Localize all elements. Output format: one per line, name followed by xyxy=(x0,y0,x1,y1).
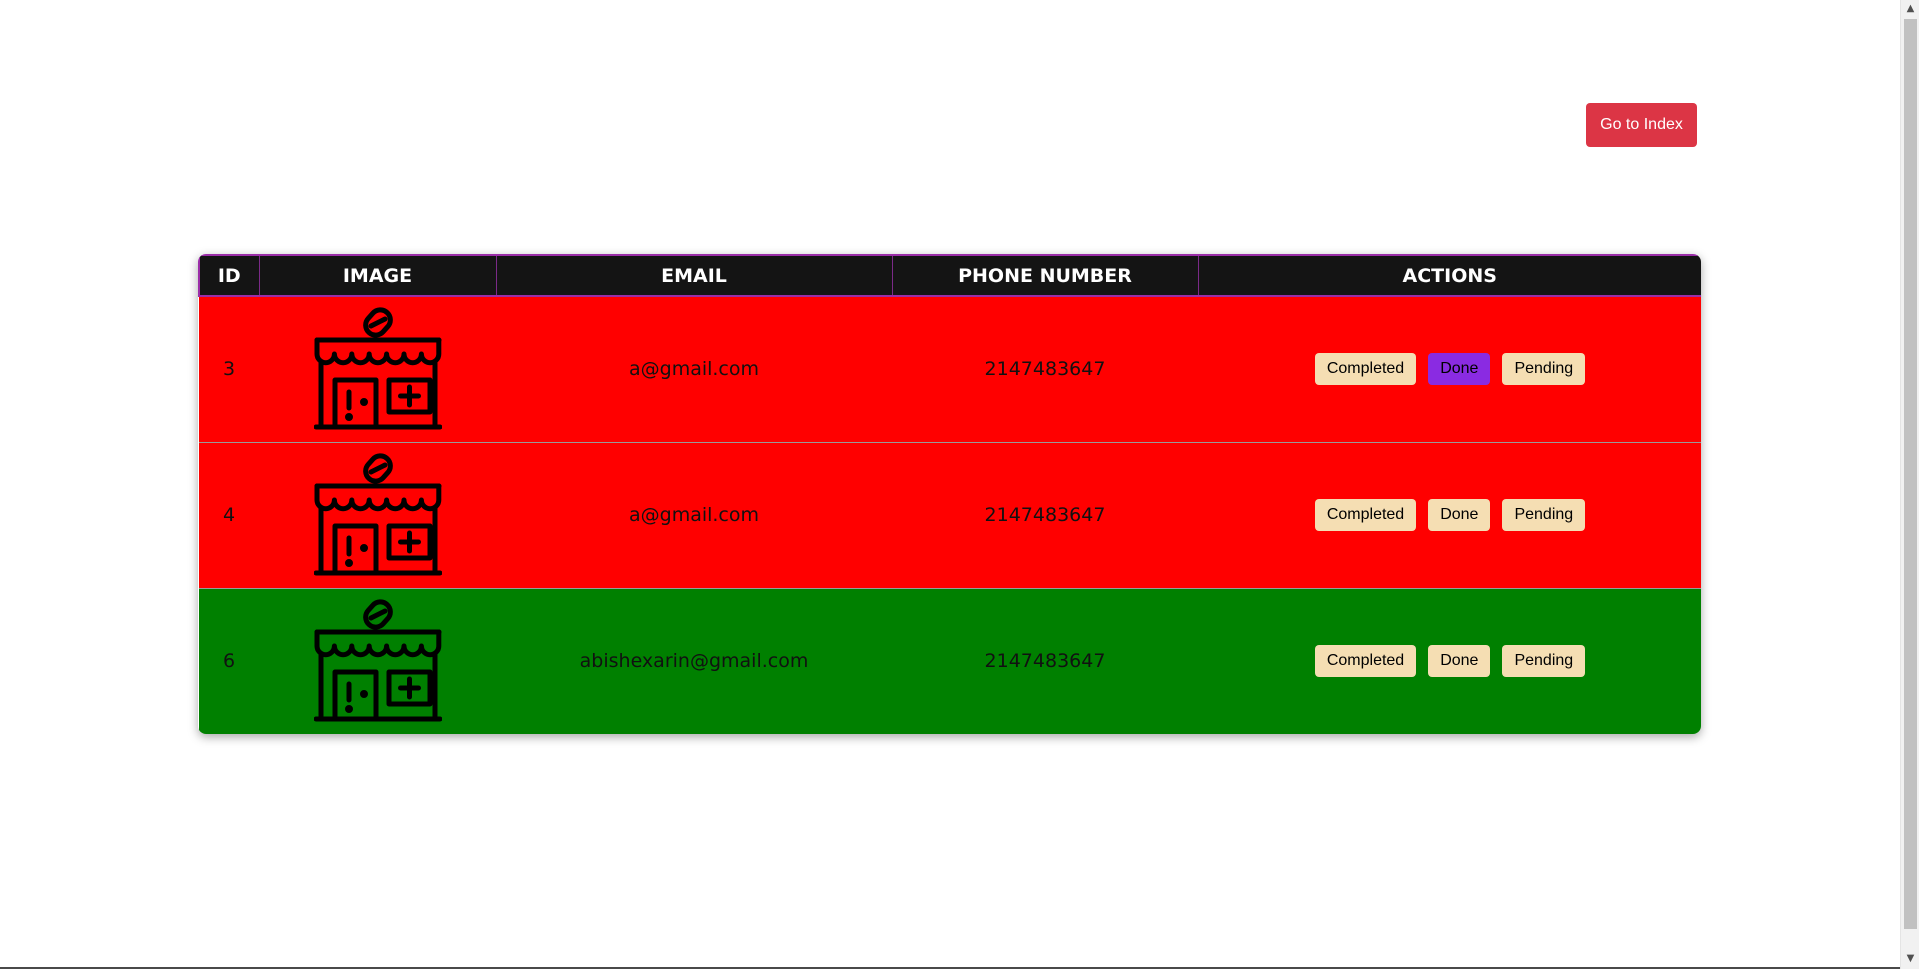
vertical-scrollbar[interactable]: ▲ ▼ xyxy=(1900,0,1919,969)
header-email: EMAIL xyxy=(496,254,893,297)
row-actions: Completed Done Pending xyxy=(1198,296,1701,442)
done-button[interactable]: Done xyxy=(1428,499,1491,531)
row-email: a@gmail.com xyxy=(628,358,760,381)
pending-button[interactable]: Pending xyxy=(1502,499,1586,531)
row-image xyxy=(259,296,496,442)
done-button[interactable]: Done xyxy=(1428,645,1491,678)
table-row: 6 abishexarin@gmail.com 2147483647 Compl… xyxy=(199,587,1701,734)
row-id: 3 xyxy=(222,358,236,381)
done-button[interactable]: Done xyxy=(1428,353,1491,386)
scroll-down-arrow-icon[interactable]: ▼ xyxy=(1901,950,1919,967)
pharmacy-store-icon xyxy=(313,599,442,722)
pharmacy-store-icon xyxy=(313,307,442,430)
completed-button[interactable]: Completed xyxy=(1314,499,1417,531)
row-phone: 2147483647 xyxy=(892,441,1198,588)
table-row: 3 a@gmail.com 2147483647 Completed Done … xyxy=(199,296,1701,442)
header-image: IMAGE xyxy=(259,254,497,297)
row-actions: Completed Done Pending xyxy=(1198,441,1701,588)
pending-button[interactable]: Pending xyxy=(1502,645,1586,678)
pending-button[interactable]: Pending xyxy=(1502,353,1586,386)
row-email: abishexarin@gmail.com xyxy=(496,587,892,734)
row-id: 4 xyxy=(199,441,259,588)
header-id: ID xyxy=(198,254,260,297)
completed-button[interactable]: Completed xyxy=(1314,353,1417,386)
header-phone-number: PHONE NUMBER xyxy=(892,254,1199,297)
pharmacy-store-icon xyxy=(313,453,442,576)
records-table: ID IMAGE EMAIL PHONE NUMBER ACTIONS 3 a@… xyxy=(198,254,1701,734)
scroll-up-arrow-icon[interactable]: ▲ xyxy=(1901,0,1919,17)
row-email: a@gmail.com xyxy=(496,441,892,588)
go-to-index-button[interactable]: Go to Index xyxy=(1586,103,1697,147)
row-image xyxy=(259,441,496,588)
table-row: 4 a@gmail.com 2147483647 Completed Done … xyxy=(199,441,1701,588)
scrollbar-thumb[interactable] xyxy=(1904,19,1917,929)
header-actions: ACTIONS xyxy=(1198,254,1701,297)
row-image xyxy=(259,587,496,734)
completed-button[interactable]: Completed xyxy=(1314,645,1417,678)
row-phone: 2147483647 xyxy=(984,358,1106,381)
table-header-row: ID IMAGE EMAIL PHONE NUMBER ACTIONS xyxy=(198,254,1701,297)
row-actions: Completed Done Pending xyxy=(1198,587,1701,734)
row-phone: 2147483647 xyxy=(892,587,1198,734)
row-id: 6 xyxy=(199,587,259,734)
